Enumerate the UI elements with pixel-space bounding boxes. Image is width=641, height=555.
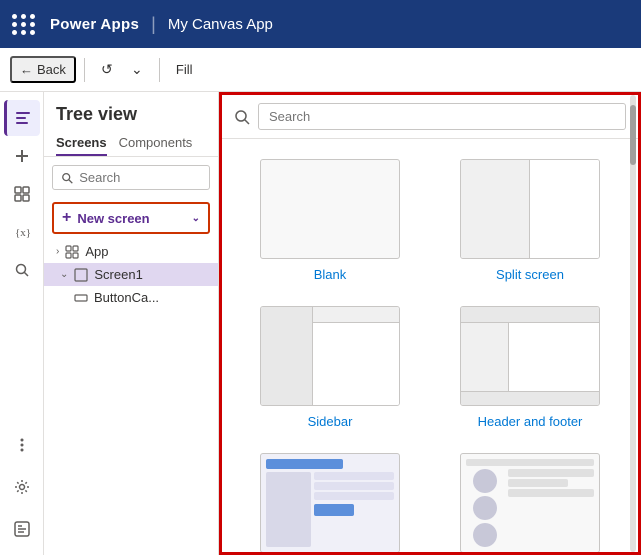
search-icon bbox=[61, 171, 73, 185]
sidebar-item-settings[interactable] bbox=[4, 469, 40, 505]
undo-button[interactable]: ↺ bbox=[93, 56, 121, 84]
redo-chevron-button[interactable]: ⌄ bbox=[123, 56, 151, 84]
button-icon bbox=[74, 291, 88, 305]
template-sidebar[interactable]: Sidebar bbox=[230, 294, 430, 441]
template-search-input[interactable] bbox=[258, 103, 626, 130]
fill-label: Fill bbox=[168, 58, 201, 81]
new-screen-button[interactable]: + New screen ⌄ bbox=[52, 202, 210, 234]
chevron-right-icon: › bbox=[56, 246, 59, 257]
chevron-down-icon: ⌄ bbox=[60, 269, 68, 280]
tree-item-app-label: App bbox=[85, 244, 108, 259]
tree-items: › App ⌄ Screen1 ButtonCa... bbox=[44, 240, 218, 555]
tab-components[interactable]: Components bbox=[119, 131, 193, 156]
template-picker: Blank Split screen Sidebar bbox=[219, 92, 641, 555]
tree-panel: Tree view Screens Components + New scree… bbox=[44, 92, 219, 555]
tree-item-buttonca-label: ButtonCa... bbox=[94, 290, 159, 305]
templates-grid: Blank Split screen Sidebar bbox=[222, 139, 638, 552]
app-name-label: My Canvas App bbox=[168, 16, 273, 33]
tree-item-app[interactable]: › App bbox=[44, 240, 218, 263]
sidebar-item-search[interactable] bbox=[4, 252, 40, 288]
toolbar-divider2 bbox=[159, 58, 160, 82]
tree-search-input[interactable] bbox=[79, 170, 201, 185]
icon-sidebar: {x} bbox=[0, 92, 44, 555]
tree-search-box[interactable] bbox=[52, 165, 210, 190]
back-button[interactable]: ← Back bbox=[10, 56, 76, 83]
brand-separator: | bbox=[151, 14, 156, 35]
sidebar-item-data[interactable] bbox=[4, 176, 40, 212]
sidebar-item-add[interactable] bbox=[4, 138, 40, 174]
top-bar: Power Apps | My Canvas App bbox=[0, 0, 641, 48]
app-icon bbox=[65, 245, 79, 259]
tree-item-screen1[interactable]: ⌄ Screen1 bbox=[44, 263, 218, 286]
tree-tabs: Screens Components bbox=[44, 131, 218, 157]
sidebar-item-variables[interactable]: {x} bbox=[4, 214, 40, 250]
template-sidebar-preview bbox=[260, 306, 400, 406]
template-blank[interactable]: Blank bbox=[230, 147, 430, 294]
template-form2[interactable] bbox=[430, 441, 630, 552]
sidebar-item-treeview[interactable] bbox=[4, 100, 40, 136]
template-form2-preview bbox=[460, 453, 600, 552]
template-header-footer[interactable]: Header and footer bbox=[430, 294, 630, 441]
tab-screens[interactable]: Screens bbox=[56, 131, 107, 156]
scrollbar-thumb[interactable] bbox=[630, 105, 636, 165]
undo-redo-group: ↺ ⌄ bbox=[93, 56, 151, 84]
sidebar-item-more[interactable] bbox=[4, 427, 40, 463]
brand-label: Power Apps bbox=[50, 16, 139, 33]
template-blank-preview bbox=[260, 159, 400, 259]
template-form1-preview bbox=[260, 453, 400, 552]
template-form1[interactable] bbox=[230, 441, 430, 552]
scrollbar[interactable] bbox=[630, 95, 636, 552]
main-layout: {x} Tree view Screens Components + New s… bbox=[0, 92, 641, 555]
tree-item-screen1-label: Screen1 bbox=[94, 267, 142, 282]
svg-text:{x}: {x} bbox=[15, 227, 31, 239]
template-split-label: Split screen bbox=[496, 267, 564, 282]
template-search-icon bbox=[234, 109, 250, 125]
app-grid-icon[interactable] bbox=[12, 14, 36, 35]
new-screen-plus-icon: + bbox=[62, 209, 71, 227]
template-split-preview bbox=[460, 159, 600, 259]
screen-icon bbox=[74, 268, 88, 282]
back-label: Back bbox=[37, 62, 66, 77]
toolbar-divider bbox=[84, 58, 85, 82]
toolbar: ← Back ↺ ⌄ Fill bbox=[0, 48, 641, 92]
new-screen-chevron-icon: ⌄ bbox=[192, 213, 200, 224]
back-arrow-icon: ← bbox=[20, 62, 33, 77]
tree-item-buttonca[interactable]: ButtonCa... bbox=[44, 286, 218, 309]
sidebar-item-help[interactable] bbox=[4, 511, 40, 547]
template-split-screen[interactable]: Split screen bbox=[430, 147, 630, 294]
template-hf-label: Header and footer bbox=[478, 414, 583, 429]
tree-panel-title: Tree view bbox=[44, 92, 218, 131]
template-search-area bbox=[222, 95, 638, 139]
template-sidebar-label: Sidebar bbox=[308, 414, 353, 429]
template-hf-preview bbox=[460, 306, 600, 406]
template-blank-label: Blank bbox=[314, 267, 347, 282]
new-screen-label: New screen bbox=[77, 211, 149, 226]
